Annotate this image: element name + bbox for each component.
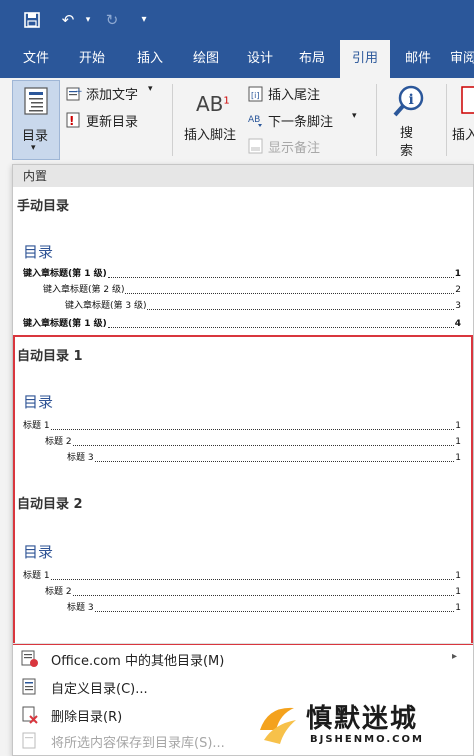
tab-insert[interactable]: 插入 [126, 40, 174, 78]
ribbon-separator [376, 84, 377, 156]
ribbon-separator [446, 84, 447, 156]
svg-text:!: ! [69, 114, 74, 128]
watermark-name: 慎默迷城 [306, 704, 419, 734]
save-to-gallery-icon [22, 732, 36, 749]
tab-mailings[interactable]: 邮件 [396, 40, 440, 78]
menu-item-more-toc[interactable]: Office.com 中的其他目录(M) ▸ [13, 645, 473, 673]
undo-dropdown-icon[interactable]: ▾ [82, 8, 94, 32]
toc-entry[interactable]: 键入章标题(第 1 级) 1 [23, 267, 461, 281]
add-text-icon: + [66, 87, 82, 101]
menu-divider [13, 643, 473, 644]
svg-text:i: i [409, 92, 414, 108]
insert-footnote-button[interactable]: 插入脚注 [184, 124, 236, 143]
add-text-dropdown-icon[interactable]: ▾ [148, 84, 153, 94]
custom-toc-icon [22, 678, 36, 695]
undo-icon[interactable]: ↶ [56, 8, 80, 32]
save-icon[interactable] [20, 8, 44, 32]
menu-item-label: 将所选内容保存到目录库(S)... [51, 736, 225, 751]
tab-design[interactable]: 设计 [238, 40, 282, 78]
ribbon-tabs: 文件 开始 插入 绘图 设计 布局 引用 邮件 审阅 [0, 40, 474, 78]
toc-entry[interactable]: 键入章标题(第 3 级) 3 [65, 299, 461, 313]
toc-heading: 目录 [23, 243, 54, 261]
ribbon-separator [172, 84, 173, 156]
toc-entry[interactable]: 标题 11 [23, 419, 461, 433]
insert-endnote-icon: [i] [248, 86, 263, 102]
redo-icon: ↻ [105, 11, 119, 29]
toc-dropdown-icon: ▾ [31, 143, 36, 153]
tab-references[interactable]: 引用 [340, 40, 390, 78]
insert-partial-button[interactable]: 插入 [452, 124, 474, 143]
toc-entry[interactable]: 键入章标题(第 1 级) 4 [23, 317, 461, 331]
toc-entry[interactable]: 标题 11 [23, 569, 461, 583]
search-icon: i [393, 85, 424, 117]
tab-file[interactable]: 文件 [14, 40, 58, 78]
toc-dropdown: 内置 手动目录 目录 键入章标题(第 1 级) 1 键入章标题(第 2 级) 2 键… [12, 164, 474, 756]
tab-review[interactable]: 审阅 [448, 40, 474, 78]
add-text-button[interactable]: 添加文字 [86, 84, 138, 103]
toc-entry[interactable]: 键入章标题(第 2 级) 2 [43, 283, 461, 297]
insert-endnote-button[interactable]: 插入尾注 [268, 84, 320, 103]
toc-heading: 目录 [23, 543, 54, 561]
next-footnote-icon: AB [248, 115, 262, 127]
toc-entry[interactable]: 标题 31 [67, 601, 461, 615]
toc-button[interactable]: 目录 ▾ [12, 80, 60, 160]
search-button-label-line2[interactable]: 索 [400, 140, 413, 159]
svg-text:+: + [75, 87, 82, 97]
toc-entry[interactable]: 标题 21 [45, 585, 461, 599]
toc-entry[interactable]: 标题 21 [45, 435, 461, 449]
section-header: 内置 [13, 165, 473, 187]
search-button-label-line1[interactable]: 搜 [400, 122, 413, 141]
tab-home[interactable]: 开始 [70, 40, 114, 78]
toc-button-label: 目录 [22, 129, 49, 144]
show-notes-icon [248, 138, 263, 154]
watermark: 慎默迷城 BJSHENMO.COM [248, 694, 474, 756]
submenu-arrow-icon: ▸ [451, 651, 457, 662]
remove-toc-icon [22, 706, 38, 724]
watermark-site: BJSHENMO.COM [310, 734, 424, 745]
gallery-title-manual: 手动目录 [17, 199, 70, 214]
menu-item-label: Office.com 中的其他目录(M) [51, 654, 225, 669]
show-notes-button: 显示备注 [268, 141, 321, 156]
tab-draw[interactable]: 绘图 [182, 40, 230, 78]
menu-item-label: 删除目录(R) [51, 710, 123, 725]
svg-text:AB: AB [248, 115, 260, 125]
insert-partial-icon [461, 86, 474, 114]
gallery-title-auto-1: 自动目录 1 [17, 349, 83, 364]
footnote-icon: AB1 [196, 92, 230, 116]
ribbon-panel: 目录 ▾ + 添加文字 ▾ ! 更新目录 AB1 插入脚注 [i] 插入尾注 A… [0, 78, 474, 168]
office-toc-icon [21, 650, 38, 667]
document-margin [0, 164, 12, 756]
tab-layout[interactable]: 布局 [290, 40, 334, 78]
title-bar: ↶ ▾ ↻ ▾ [0, 0, 474, 40]
svg-text:[i]: [i] [251, 91, 259, 100]
toc-entry[interactable]: 标题 31 [67, 451, 461, 465]
next-footnote-button[interactable]: 下一条脚注 [268, 111, 333, 130]
watermark-logo [260, 707, 296, 744]
next-footnote-dropdown-icon[interactable]: ▾ [352, 111, 357, 121]
gallery-title-auto-2[interactable]: 自动目录 2 [17, 493, 83, 512]
menu-item-label: 自定义目录(C)... [51, 682, 148, 697]
update-toc-button[interactable]: 更新目录 [86, 111, 138, 130]
customize-quick-access-icon[interactable]: ▾ [136, 8, 152, 32]
update-toc-icon: ! [66, 112, 80, 128]
toc-icon [24, 87, 48, 115]
toc-heading: 目录 [23, 393, 54, 411]
